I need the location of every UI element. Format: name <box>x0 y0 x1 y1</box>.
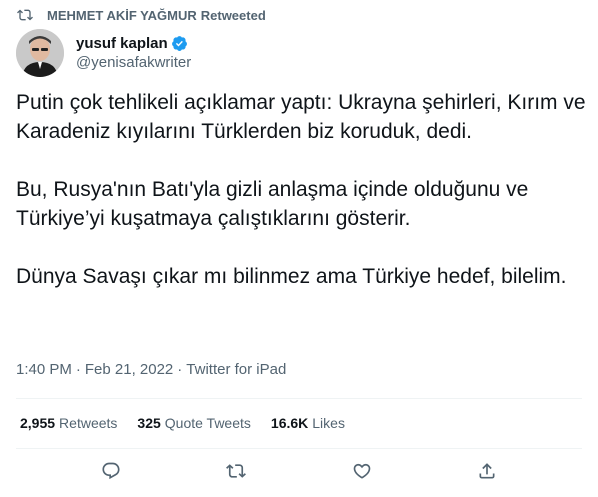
retweeter-name[interactable]: MEHMET AKİF YAĞMUR <box>47 8 197 23</box>
tweet-paragraph: Dünya Savaşı çıkar mı bilinmez ama Türki… <box>16 265 567 288</box>
divider <box>16 398 582 399</box>
tweet-text: Putin çok tehlikeli açıklamar yaptı: Ukr… <box>16 88 586 320</box>
likes-stat[interactable]: 16.6K Likes <box>271 415 345 431</box>
retweet-icon <box>17 9 33 21</box>
reply-icon <box>102 462 120 480</box>
retweets-label: Retweets <box>59 415 118 431</box>
retweeted-label: Retweeted <box>200 7 266 23</box>
author-handle[interactable]: @yenisafakwriter <box>76 54 191 71</box>
tweet-source[interactable]: Twitter for iPad <box>186 361 286 378</box>
tweet-date[interactable]: Feb 21, 2022 <box>85 361 173 378</box>
quote-tweets-stat[interactable]: 325 Quote Tweets <box>137 415 251 431</box>
tweet-paragraph: Bu, Rusya'nın Batı'yla gizli anlaşma içi… <box>16 178 529 230</box>
like-button[interactable] <box>351 460 373 482</box>
retweet-icon <box>226 464 247 478</box>
tweet-meta: 1:40 PM · Feb 21, 2022 · Twitter for iPa… <box>16 361 286 378</box>
tweet-time[interactable]: 1:40 PM <box>16 361 72 378</box>
tweet-stats: 2,955 Retweets 325 Quote Tweets 16.6K Likes <box>20 415 345 431</box>
share-button[interactable] <box>476 460 498 482</box>
meta-separator: · <box>75 361 81 378</box>
verified-icon <box>171 36 187 51</box>
like-icon <box>353 463 371 479</box>
share-icon <box>479 463 495 479</box>
meta-separator: · <box>177 361 183 378</box>
retweets-count: 2,955 <box>20 415 56 431</box>
likes-label: Likes <box>312 415 345 431</box>
display-name[interactable]: yusuf kaplan <box>76 35 168 52</box>
tweet-author: yusuf kaplan @yenisafakwriter <box>16 29 191 77</box>
divider <box>16 448 582 449</box>
retweets-stat[interactable]: 2,955 Retweets <box>20 415 117 431</box>
quotes-label: Quote Tweets <box>164 415 251 431</box>
tweet-actions <box>0 460 598 482</box>
likes-count: 16.6K <box>270 415 309 431</box>
avatar[interactable] <box>16 29 64 77</box>
quotes-count: 325 <box>137 415 161 431</box>
retweet-banner[interactable]: MEHMET AKİF YAĞMUR Retweeted <box>17 7 266 23</box>
tweet-paragraph: Putin çok tehlikeli açıklamar yaptı: Ukr… <box>16 91 586 143</box>
retweet-button[interactable] <box>225 460 247 482</box>
reply-button[interactable] <box>100 460 122 482</box>
